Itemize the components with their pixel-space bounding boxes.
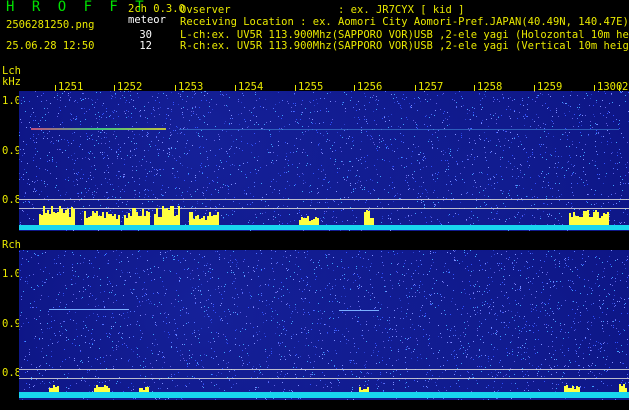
lch-carrier-line: [31, 128, 166, 130]
lch-carrier-trace: [179, 129, 619, 130]
lch-baseline: [19, 225, 629, 230]
observer-info: Ovserver : ex. JR7CYX [ kid ]: [180, 4, 465, 16]
lch-spectrogram: [19, 91, 629, 231]
rch-carrier-line: [339, 310, 379, 311]
meteor-label: meteor: [128, 14, 166, 26]
rch-carrier-line: [49, 309, 129, 310]
location-info: Receiving Location : ex. Aomori City Aom…: [180, 16, 629, 28]
rch-baseline: [19, 392, 629, 398]
date-time: 25.06.28 12:50: [6, 40, 95, 52]
rch-level-line: [19, 378, 629, 379]
rch-receiver-info: R-ch:ex. UV5R 113.900Mhz(SAPPORO VOR)USB…: [180, 40, 629, 52]
rch-spectrogram: [19, 250, 629, 400]
rch-meteor-count: 12: [139, 40, 152, 52]
file-name: 2506281250.png: [6, 19, 95, 31]
rch-level-line: [19, 369, 629, 370]
lch-level-line: [19, 199, 629, 200]
app-title: H R O F F T: [6, 0, 149, 15]
khz-unit-label: kHz: [2, 76, 21, 88]
